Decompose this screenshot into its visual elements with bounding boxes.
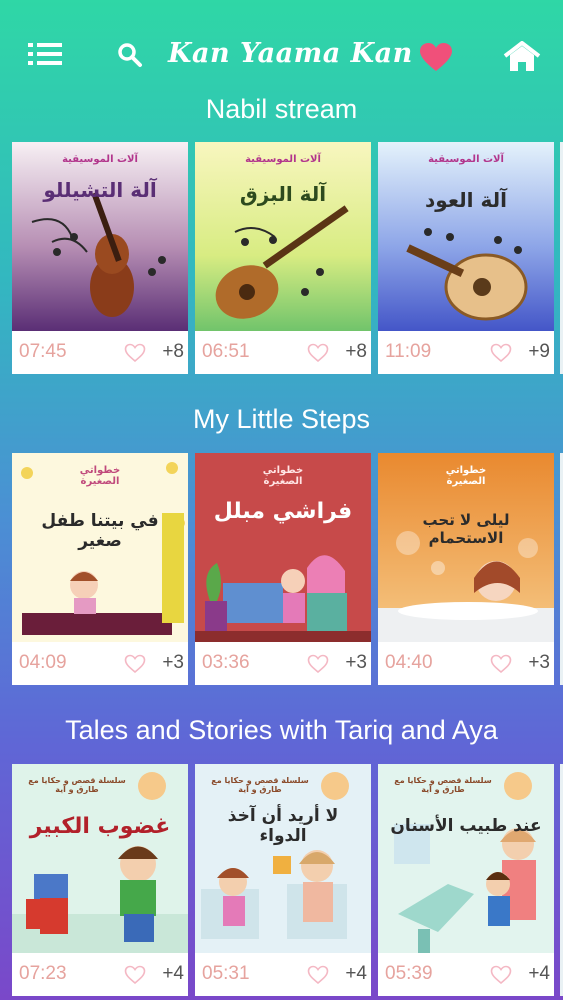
video-card[interactable]: سلسلة قصص و حكايا مع طارق و آية غضوب الك… xyxy=(12,764,188,996)
app-logo: Kan Yaama Kan xyxy=(168,38,413,69)
heart-outline-icon[interactable] xyxy=(124,965,146,985)
video-row: سلسلة قصص و حكايا مع طارق و آية غضوب الك… xyxy=(0,764,563,998)
series-brand: خطواتي الصغيرة xyxy=(79,465,121,487)
like-count: +8 xyxy=(345,341,367,362)
series-brand: سلسلة قصص و حكايا مع طارق و آية xyxy=(28,776,126,794)
like-count: +3 xyxy=(162,652,184,673)
video-thumbnail: سلسلة قصص و حكايا مع طارق و آية لا أريد … xyxy=(195,764,371,953)
thumbnail-title: لا أريد أن آخذ الدواء xyxy=(227,806,339,846)
video-duration: 07:45 xyxy=(19,341,67,362)
video-row: خطواتي الصغيرة في بيتنا طفل صغير 04:09 +… xyxy=(0,453,563,687)
video-thumbnail: سلسلة قصص و حكايا مع طارق و آية عند طبيب… xyxy=(378,764,554,953)
thumbnail-title: غضوب الكبير xyxy=(29,814,171,839)
video-card[interactable]: سلسلة قصص و حكايا مع طارق و آية لا أريد … xyxy=(195,764,371,996)
series-brand: سلسلة قصص و حكايا مع طارق و آية xyxy=(211,776,309,794)
heart-outline-icon[interactable] xyxy=(124,343,146,363)
section-title: My Little Steps xyxy=(192,404,371,434)
like-count: +4 xyxy=(528,963,550,984)
thumbnail-title: فراشي مبلل xyxy=(213,499,353,524)
heart-icon xyxy=(420,43,452,71)
home-button[interactable] xyxy=(500,40,544,74)
card-footer: 11:09 +9 xyxy=(378,331,554,374)
video-card[interactable]: آلات الموسيقية آلة البزق 06:51 +8 xyxy=(195,142,371,374)
card-footer: 03:36 +3 xyxy=(195,642,371,685)
like-count: +8 xyxy=(162,341,184,362)
video-duration: 11:09 xyxy=(385,341,432,362)
card-footer: 05:39 +4 xyxy=(378,953,554,996)
video-card[interactable]: خطواتي الصغيرة فراشي مبلل 03:36 +3 xyxy=(195,453,371,685)
video-card[interactable]: خطواتي الصغيرة في بيتنا طفل صغير 04:09 +… xyxy=(12,453,188,685)
video-thumbnail: آلات الموسيقية آلة التشيللو xyxy=(12,142,188,331)
video-thumbnail: سلسلة قصص و حكايا مع طارق و آية غضوب الك… xyxy=(12,764,188,953)
video-duration: 07:23 xyxy=(19,963,67,984)
thumbnail-title: ليلى لا تحب الاستحمام xyxy=(422,511,510,547)
favorites-button[interactable] xyxy=(418,40,454,74)
like-count: +3 xyxy=(345,652,367,673)
heart-outline-icon[interactable] xyxy=(490,343,512,363)
series-brand: خطواتي الصغيرة xyxy=(445,465,487,487)
search-button[interactable] xyxy=(115,40,145,70)
search-icon xyxy=(118,43,142,67)
heart-outline-icon[interactable] xyxy=(124,654,146,674)
menu-button[interactable] xyxy=(26,40,64,68)
video-card[interactable]: آلات الموسيقية آلة العود 11:09 +9 xyxy=(378,142,554,374)
video-duration: 04:40 xyxy=(385,652,433,673)
heart-outline-icon[interactable] xyxy=(490,965,512,985)
card-footer: 04:40 +3 xyxy=(378,642,554,685)
video-duration: 06:51 xyxy=(202,341,250,362)
video-card[interactable]: آلات الموسيقية آلة التشيللو 07:45 +8 xyxy=(12,142,188,374)
top-bar: Kan Yaama Kan xyxy=(0,0,563,96)
video-card[interactable]: سلسلة قصص و حكايا مع طارق و آية عند طبيب… xyxy=(378,764,554,996)
video-card[interactable]: خطواتي الصغيرة ليلى لا تحب الاستحمام 04:… xyxy=(378,453,554,685)
menu-icon xyxy=(28,43,62,65)
video-thumbnail: خطواتي الصغيرة فراشي مبلل xyxy=(195,453,371,642)
series-brand: آلات الموسيقية xyxy=(428,154,504,165)
like-count: +4 xyxy=(162,963,184,984)
video-thumbnail: آلات الموسيقية آلة العود xyxy=(378,142,554,331)
video-thumbnail: خطواتي الصغيرة في بيتنا طفل صغير xyxy=(12,453,188,642)
series-brand: آلات الموسيقية xyxy=(245,154,321,165)
like-count: +4 xyxy=(345,963,367,984)
series-brand: خطواتي الصغيرة xyxy=(262,465,304,487)
video-thumbnail: خطواتي الصغيرة ليلى لا تحب الاستحمام xyxy=(378,453,554,642)
series-brand: آلات الموسيقية xyxy=(62,154,138,165)
heart-outline-icon[interactable] xyxy=(490,654,512,674)
video-thumbnail: آلات الموسيقية آلة البزق xyxy=(195,142,371,331)
thumbnail-title: آلة التشيللو xyxy=(43,178,157,202)
card-footer: 04:09 +3 xyxy=(12,642,188,685)
section-title: Tales and Stories with Tariq and Aya xyxy=(65,715,498,745)
card-footer: 06:51 +8 xyxy=(195,331,371,374)
thumbnail-title: عند طبيب الأسنان xyxy=(390,816,542,836)
section-title: Nabil stream xyxy=(205,94,358,124)
heart-outline-icon[interactable] xyxy=(307,343,329,363)
card-footer: 07:23 +4 xyxy=(12,953,188,996)
thumbnail-title: آلة العود xyxy=(425,188,507,212)
video-duration: 03:36 xyxy=(202,652,250,673)
series-brand: سلسلة قصص و حكايا مع طارق و آية xyxy=(394,776,492,794)
home-icon xyxy=(503,41,541,71)
heart-outline-icon[interactable] xyxy=(307,965,329,985)
video-row: آلات الموسيقية آلة التشيللو 07:45 +8 آلا… xyxy=(0,142,563,376)
heart-outline-icon[interactable] xyxy=(307,654,329,674)
card-footer: 05:31 +4 xyxy=(195,953,371,996)
video-duration: 05:39 xyxy=(385,963,433,984)
video-duration: 04:09 xyxy=(19,652,67,673)
like-count: +3 xyxy=(528,652,550,673)
like-count: +9 xyxy=(528,341,550,362)
thumbnail-title: في بيتنا طفل صغير xyxy=(41,511,159,551)
thumbnail-title: آلة البزق xyxy=(239,182,327,206)
video-duration: 05:31 xyxy=(202,963,250,984)
card-footer: 07:45 +8 xyxy=(12,331,188,374)
